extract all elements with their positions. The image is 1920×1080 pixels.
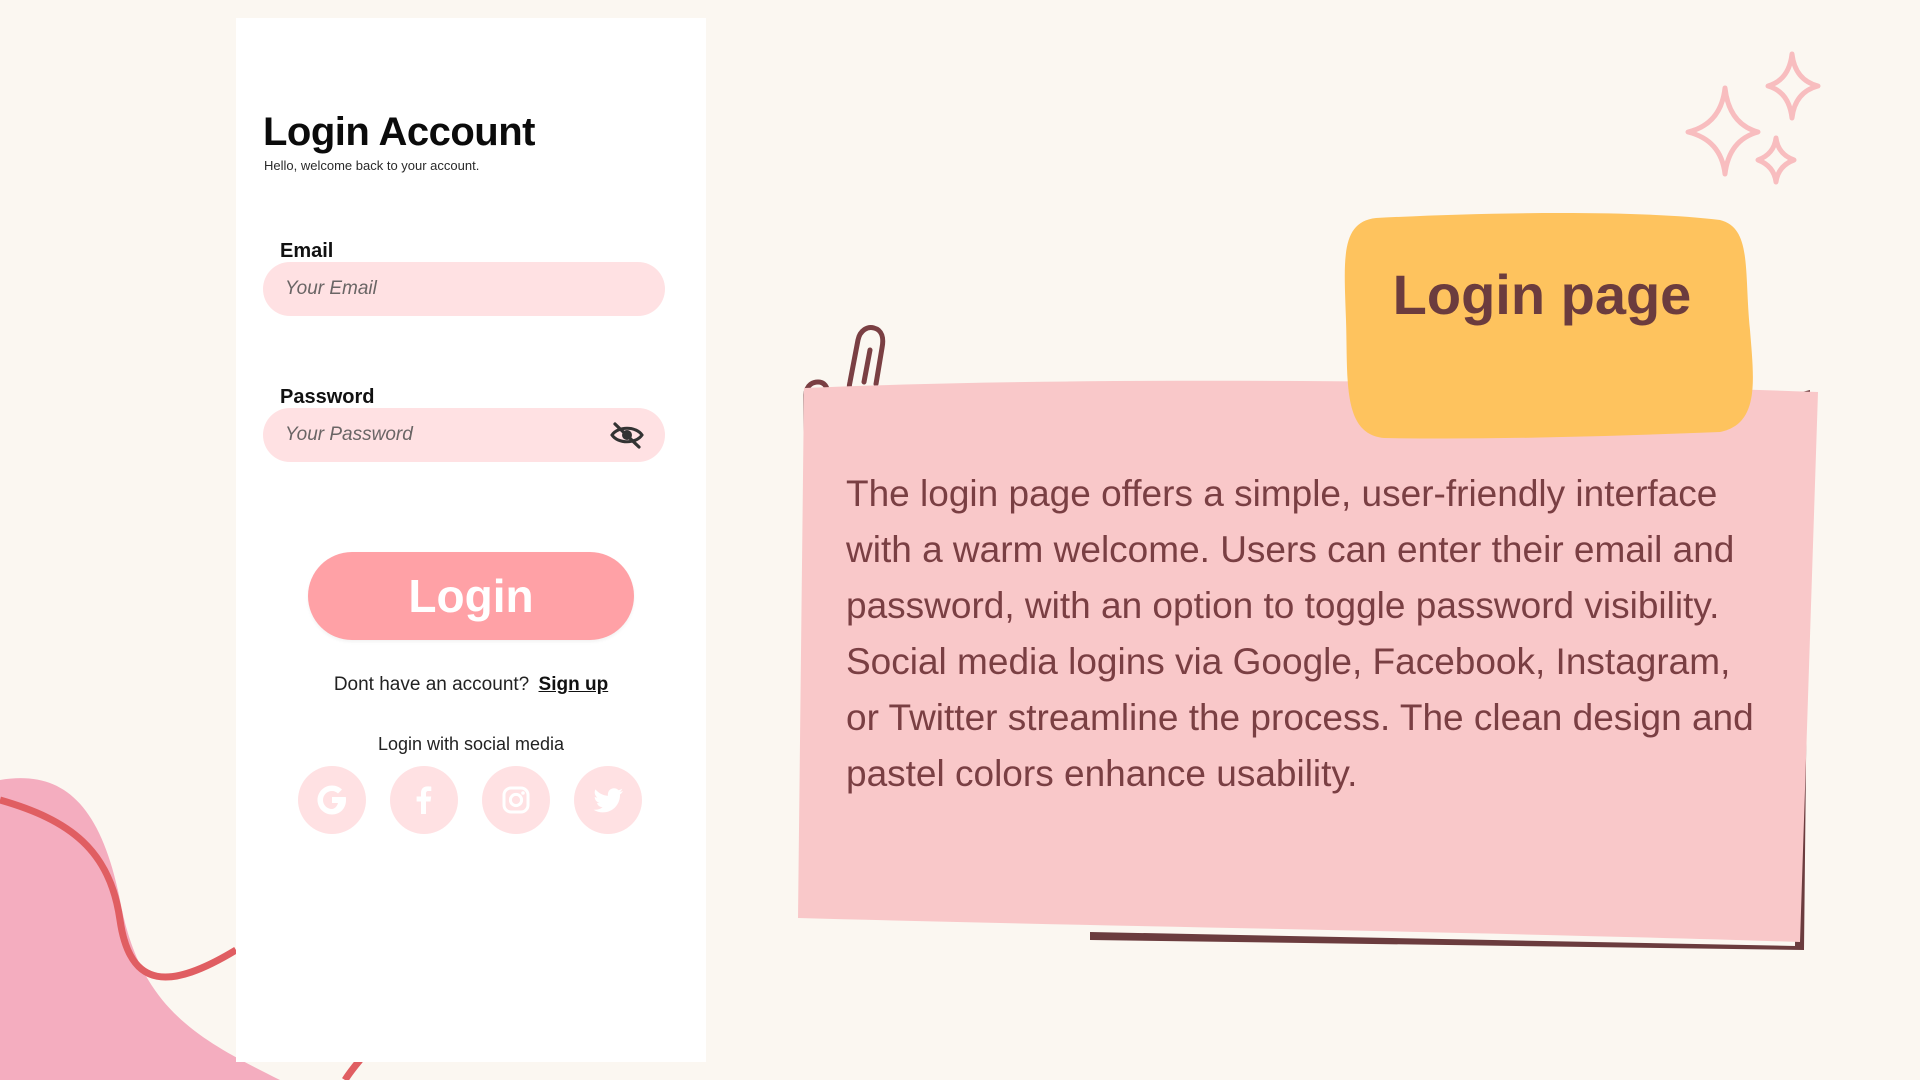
twitter-icon xyxy=(593,788,623,813)
signup-row: Dont have an account? Sign up xyxy=(236,674,706,696)
email-label: Email xyxy=(280,240,334,262)
instagram-login-button[interactable] xyxy=(482,766,550,834)
page-title: Login Account xyxy=(263,110,535,154)
login-button[interactable]: Login xyxy=(308,552,634,640)
page-subtitle: Hello, welcome back to your account. xyxy=(264,158,480,173)
login-card: Login Account Hello, welcome back to you… xyxy=(236,18,706,1062)
tag-title: Login page xyxy=(1392,263,1692,326)
email-field-wrapper xyxy=(263,261,665,317)
twitter-login-button[interactable] xyxy=(574,766,642,834)
signup-link[interactable]: Sign up xyxy=(539,674,609,695)
sparkle-icon xyxy=(1685,51,1821,185)
tag-shape xyxy=(1344,213,1753,439)
signup-prompt: Dont have an account? xyxy=(333,674,530,695)
facebook-login-button[interactable] xyxy=(390,766,458,834)
password-label: Password xyxy=(280,386,375,408)
slide-canvas: Login Account Hello, welcome back to you… xyxy=(0,0,1920,1080)
instagram-icon xyxy=(502,786,530,814)
description-note: The login page offers a simple, user-fri… xyxy=(790,370,1820,950)
google-icon xyxy=(317,785,346,815)
email-field[interactable] xyxy=(283,261,645,317)
description-text: The login page offers a simple, user-fri… xyxy=(846,473,1754,794)
title-tag: Login page xyxy=(1340,210,1760,446)
social-login-label: Login with social media xyxy=(377,734,565,754)
google-login-button[interactable] xyxy=(298,766,366,834)
eye-slash-icon[interactable] xyxy=(609,420,645,450)
facebook-icon xyxy=(416,786,432,814)
password-field-wrapper xyxy=(263,407,665,463)
password-field[interactable] xyxy=(283,407,609,463)
